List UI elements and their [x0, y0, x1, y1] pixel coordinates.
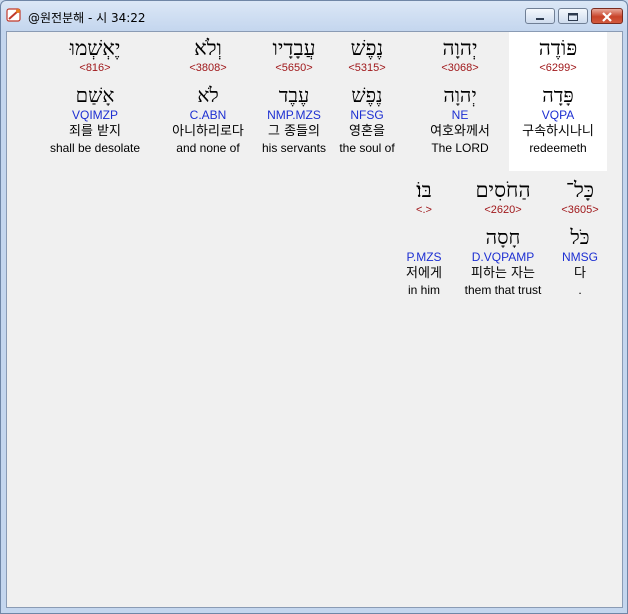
hebrew-word: כָּל־: [565, 178, 595, 202]
hebrew-word: עֲבָדָיו: [272, 36, 316, 60]
korean-gloss: 피하는 자는: [471, 266, 535, 281]
korean-gloss: 저에게: [406, 266, 442, 281]
interlinear-panel: פּוֹדֶה <6299> פָּדָה VQPA 구속하시나니 redeem…: [6, 31, 623, 608]
hebrew-word: וְלֹא: [194, 36, 222, 60]
korean-gloss: 아니하리로다: [172, 124, 244, 139]
korean-gloss: 다: [574, 266, 586, 281]
english-gloss: The LORD: [431, 141, 489, 155]
strong-number[interactable]: <.>: [395, 203, 453, 217]
english-gloss: and none of: [176, 141, 240, 155]
hebrew-word: בּוֹ׃: [416, 178, 432, 202]
strong-number[interactable]: <816>: [41, 61, 149, 75]
word-card[interactable]: פּוֹדֶה <6299> פָּדָה VQPA 구속하시나니 redeem…: [509, 32, 607, 171]
korean-gloss: 구속하시나니: [522, 124, 594, 139]
word-card[interactable]: יֶאְשְׁמוּ <816> אָשַׁם VQIMZP 죄를 받지 sha…: [41, 32, 149, 157]
strong-number[interactable]: <6299>: [509, 61, 607, 75]
hebrew-word: יְהוָה: [442, 36, 478, 60]
word-card[interactable]: נֶפֶשׁ <5315> נֶפֶשׁ NFSG 영혼을 the soul o…: [332, 32, 402, 157]
hebrew-word: פּוֹדֶה: [538, 36, 578, 60]
hebrew-lemma: נֶפֶשׁ: [351, 83, 383, 107]
maximize-button[interactable]: [558, 8, 588, 24]
strong-number[interactable]: <5315>: [332, 61, 402, 75]
morphology-code[interactable]: VQPA: [509, 108, 607, 124]
morphology-code[interactable]: NFSG: [332, 108, 402, 124]
korean-gloss: 죄를 받지: [69, 124, 121, 139]
hebrew-lemma: עֶבֶד: [278, 83, 310, 107]
title-bar[interactable]: @원전분해 - 시 34:22: [1, 1, 627, 31]
morphology-code[interactable]: P.MZS: [395, 250, 453, 266]
morphology-code[interactable]: NE: [411, 108, 509, 124]
app-window: @원전분해 - 시 34:22 פּוֹדֶה <6299> פָּדָה VQ…: [0, 0, 628, 614]
english-gloss: shall be desolate: [49, 141, 141, 155]
korean-gloss: 그 종들의: [268, 124, 320, 139]
hebrew-lemma: יְהוָה: [443, 83, 477, 107]
morphology-code[interactable]: NMSG: [550, 250, 610, 266]
minimize-button[interactable]: [525, 8, 555, 24]
word-card[interactable]: יְהוָה <3068> יְהוָה NE 여호와께서 The LORD: [411, 32, 509, 157]
morphology-code[interactable]: C.ABN: [160, 108, 256, 124]
korean-gloss: 여호와께서: [430, 124, 490, 139]
close-icon: [602, 12, 612, 22]
hebrew-lemma: לֹא: [197, 83, 219, 107]
strong-number[interactable]: <2620>: [455, 203, 551, 217]
morphology-code[interactable]: D.VQPAMP: [455, 250, 551, 266]
hebrew-lemma: [395, 217, 453, 250]
english-gloss: .: [578, 283, 582, 297]
english-gloss: in him: [407, 283, 440, 297]
english-gloss: his servants: [261, 141, 327, 155]
window-title: @원전분해 - 시 34:22: [28, 11, 146, 25]
hebrew-lemma: אָשַׁם: [75, 83, 115, 107]
close-button[interactable]: [591, 8, 623, 24]
app-logo-icon: [6, 8, 21, 22]
minimize-icon: [536, 18, 544, 20]
english-gloss: them that trust: [464, 283, 542, 297]
hebrew-lemma: חָסָה: [485, 225, 521, 249]
word-card[interactable]: בּוֹ׃ <.> P.MZS 저에게 in him: [395, 174, 453, 299]
word-card[interactable]: עֲבָדָיו <5650> עֶבֶד NMP.MZS 그 종들의 his …: [254, 32, 334, 157]
english-gloss: the soul of: [339, 141, 395, 155]
strong-number[interactable]: <3605>: [550, 203, 610, 217]
morphology-code[interactable]: NMP.MZS: [254, 108, 334, 124]
strong-number[interactable]: <3068>: [411, 61, 509, 75]
hebrew-word: נֶפֶשׁ: [350, 36, 384, 60]
english-gloss: redeemeth: [529, 141, 587, 155]
hebrew-word: הַחֹסִים: [475, 178, 531, 202]
morphology-code[interactable]: VQIMZP: [41, 108, 149, 124]
strong-number[interactable]: <5650>: [254, 61, 334, 75]
maximize-icon: [568, 13, 578, 21]
hebrew-word: יֶאְשְׁמוּ: [69, 36, 121, 60]
hebrew-lemma: כֹּל: [570, 225, 590, 249]
strong-number[interactable]: <3808>: [160, 61, 256, 75]
word-card[interactable]: הַחֹסִים <2620> חָסָה D.VQPAMP 피하는 자는 th…: [455, 174, 551, 299]
korean-gloss: 영혼을: [349, 124, 385, 139]
word-card[interactable]: וְלֹא <3808> לֹא C.ABN 아니하리로다 and none o…: [160, 32, 256, 157]
hebrew-lemma: פָּדָה: [542, 83, 574, 107]
word-card[interactable]: כָּל־ <3605> כֹּל NMSG 다 .: [550, 174, 610, 299]
